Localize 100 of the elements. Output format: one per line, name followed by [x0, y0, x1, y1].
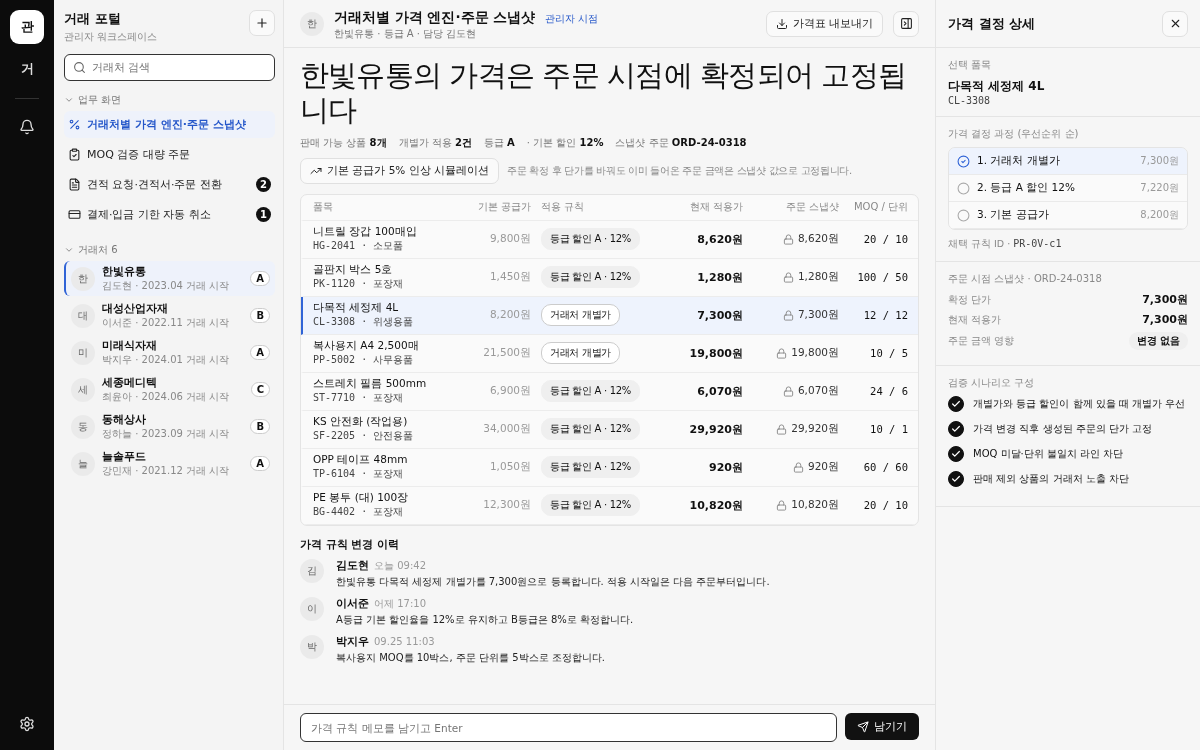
base-price: 12,300원: [482, 498, 531, 513]
author-name: 박지우: [336, 634, 369, 649]
table-row[interactable]: 골판지 박스 5호 PK-1120 · 포장재 1,450원 등급 할인 A · 12% 1,280원 1,280원 100 / 50: [301, 258, 918, 297]
column-header: 품목: [313, 200, 334, 215]
partner-item[interactable]: 늘 늘솔푸드 강민재 · 2021.12 거래 시작 A: [64, 446, 275, 481]
partner-item[interactable]: 미 미래식자재 박지우 · 2024.01 거래 시작 A: [64, 335, 275, 370]
moq-cell-text: 24 / 6: [869, 385, 908, 398]
table-row[interactable]: 복사용지 A4 2,500매 PP-5002 · 사무용품 21,500원 거래처 개별가 19,800원 19,800원 10 / 5: [301, 334, 918, 373]
base-price: 8,200원: [488, 308, 531, 323]
nav-item[interactable]: 결제·입금 기한 자동 취소 1: [64, 201, 275, 228]
panel-toggle-button[interactable]: [893, 10, 919, 37]
scenario-label: 개별가와 등급 할인이 함께 있을 때 개별가 우선: [973, 397, 1186, 411]
rail-button[interactable]: 관: [10, 10, 44, 44]
add-button[interactable]: [249, 10, 275, 36]
sidebar-title: 거래 포털: [64, 10, 122, 28]
base-price: 34,000원: [482, 422, 531, 437]
field-label: 주문 금액 영향: [948, 334, 1015, 348]
nav-item[interactable]: 거래처별 가격 엔진·주문 스냅샷: [64, 111, 275, 138]
card-icon: [68, 208, 81, 221]
avatar: 미: [71, 340, 95, 365]
rule-tag: 등급 할인 A · 12%: [541, 266, 641, 289]
snapshot-price: 7,300원: [797, 308, 839, 323]
base-price: 6,900원: [488, 384, 531, 399]
view-label: 관리자 시점: [545, 12, 599, 24]
item-code: SF-2205 · 안전용품: [313, 429, 415, 444]
item-name: 다목적 세정제 4L: [313, 301, 400, 316]
partner-item[interactable]: 대 대성산업자재 이서준 · 2022.11 거래 시작 B: [64, 298, 275, 333]
moq-cell-text: 10 / 1: [869, 423, 908, 436]
table-row[interactable]: 니트릴 장갑 100매입 HG-2041 · 소모품 9,800원 등급 할인 A · 12% 8,620원 8,620원 20 / 10: [301, 220, 918, 259]
grade-badge: A: [250, 456, 270, 471]
column-header: 적용 규칙: [540, 200, 586, 215]
chevron-icon[interactable]: [64, 95, 74, 105]
partner-item[interactable]: 세 세종메디텍 최윤아 · 2024.06 거래 시작 C: [64, 372, 275, 407]
step-price: 7,300원: [1140, 154, 1179, 168]
partner-meta: 김도현 · 2023.04 거래 시작: [102, 279, 231, 293]
table-row[interactable]: 스트레치 필름 500mm ST-7710 · 포장재 6,900원 등급 할인 A · 12% 6,070원 6,070원 24 / 6: [301, 372, 918, 411]
item-code: PK-1120 · 포장재: [313, 277, 405, 292]
lock-icon: [782, 233, 794, 245]
send-button[interactable]: 남기기: [845, 713, 919, 740]
author-name: 이서준: [336, 596, 369, 611]
avatar: 이: [300, 596, 324, 621]
headline: 한빛유통의 가격은 주문 시점에 확정되어 고정됩니다: [300, 58, 908, 128]
table-row[interactable]: PE 봉투 (대) 100장 BG-4402 · 포장재 12,300원 등급 할인 A · 12% 10,820원 10,820원 20 / 10: [301, 486, 918, 525]
export-button[interactable]: 가격표 내보내기: [765, 10, 883, 37]
nav-item[interactable]: MOQ 검증 대량 주문: [64, 141, 275, 168]
avatar: 동: [71, 414, 95, 439]
table-row[interactable]: OPP 테이프 48mm TP-6104 · 포장재 1,050원 등급 할인 A · 12% 920원 920원 60 / 60: [301, 448, 918, 487]
snapshot-price: 920원: [807, 460, 839, 475]
bell-icon[interactable]: [19, 119, 35, 135]
partner-meta: 이서준 · 2022.11 거래 시작: [102, 316, 231, 330]
rule-tag: 등급 할인 A · 12%: [541, 228, 641, 251]
partner-item[interactable]: 동 동해상사 정하늘 · 2023.09 거래 시작 B: [64, 409, 275, 444]
item-code: HG-2041 · 소모품: [313, 239, 405, 254]
snapshot-price: 8,620원: [797, 232, 839, 247]
memo-input[interactable]: 가격 규칙 메모를 남기고 Enter: [300, 713, 837, 742]
stat: 판매 가능 상품 8개: [300, 135, 387, 150]
item-code: ST-7710 · 포장재: [313, 391, 405, 406]
item-name: OPP 테이프 48mm: [313, 453, 409, 468]
moq-cell-text: 10 / 5: [869, 347, 908, 360]
grade-badge: A: [250, 271, 270, 286]
send-icon: [857, 720, 869, 733]
step-label: 2. 등급 A 할인 12%: [977, 181, 1076, 195]
download-icon: [775, 17, 788, 30]
page-title: 거래처별 가격 엔진·주문 스냅샷: [334, 8, 536, 25]
item-code: CL-3308: [948, 95, 992, 106]
partner-meta: 강민재 · 2021.12 거래 시작: [102, 464, 231, 478]
section-label: 검증 시나리오 구성: [948, 376, 1036, 390]
chevron-icon[interactable]: [64, 245, 74, 255]
moq-cell-text: 12 / 12: [862, 309, 908, 322]
history-title: 가격 규칙 변경 이력: [300, 537, 400, 552]
lock-icon: [792, 461, 804, 473]
close-button[interactable]: [1162, 10, 1188, 37]
simulate-note: 주문 확정 후 단가를 바꿔도 이미 들어온 주문 금액은 스냅샷 값으로 고정됩니다.: [507, 163, 853, 178]
partner-name: 세종메디텍: [102, 375, 158, 390]
item-code: TP-6104 · 포장재: [313, 467, 405, 482]
lock-icon: [782, 271, 794, 283]
snapshot-price: 10,820원: [791, 498, 839, 513]
snapshot-price: 6,070원: [797, 384, 839, 399]
item-name: PE 봉투 (대) 100장: [313, 491, 410, 506]
search-field[interactable]: 거래처 검색: [64, 54, 275, 81]
snapshot-price: 29,920원: [791, 422, 839, 437]
avatar: 대: [71, 303, 95, 328]
settings-icon[interactable]: [19, 716, 35, 732]
table-row[interactable]: KS 안전화 (작업용) SF-2205 · 안전용품 34,000원 등급 할인 A · 12% 29,920원 29,920원 10 / 1: [301, 410, 918, 449]
table-row[interactable]: 다목적 세정제 4L CL-3308 · 위생용품 8,200원 거래처 개별가 7,300원 7,300원 12 / 12: [301, 296, 918, 335]
lock-icon: [776, 347, 788, 359]
scenario-label: 가격 변경 직후 생성된 주문의 단가 고정: [973, 422, 1153, 436]
partner-item[interactable]: 한 한빛유통 김도현 · 2023.04 거래 시작 A: [64, 261, 275, 296]
partner-name: 동해상사: [102, 412, 147, 427]
simulate-button[interactable]: 기본 공급가 5% 인상 시뮬레이션: [300, 157, 499, 184]
current-price: 920원: [708, 459, 743, 475]
rule-tag: 거래처 개별가: [541, 342, 621, 365]
stat: 등급 A: [483, 135, 515, 150]
nav-item[interactable]: 견적 요청·견적서·주문 전환 2: [64, 171, 275, 198]
current-price: 10,820원: [688, 497, 743, 513]
base-price: 1,050원: [488, 460, 531, 475]
lock-icon: [782, 309, 794, 321]
rail-button[interactable]: 거: [10, 52, 44, 86]
current-price: 29,920원: [688, 421, 743, 437]
comment-text: A등급 기본 할인율을 12%로 유지하고 B등급은 8%로 확정합니다.: [336, 612, 634, 627]
